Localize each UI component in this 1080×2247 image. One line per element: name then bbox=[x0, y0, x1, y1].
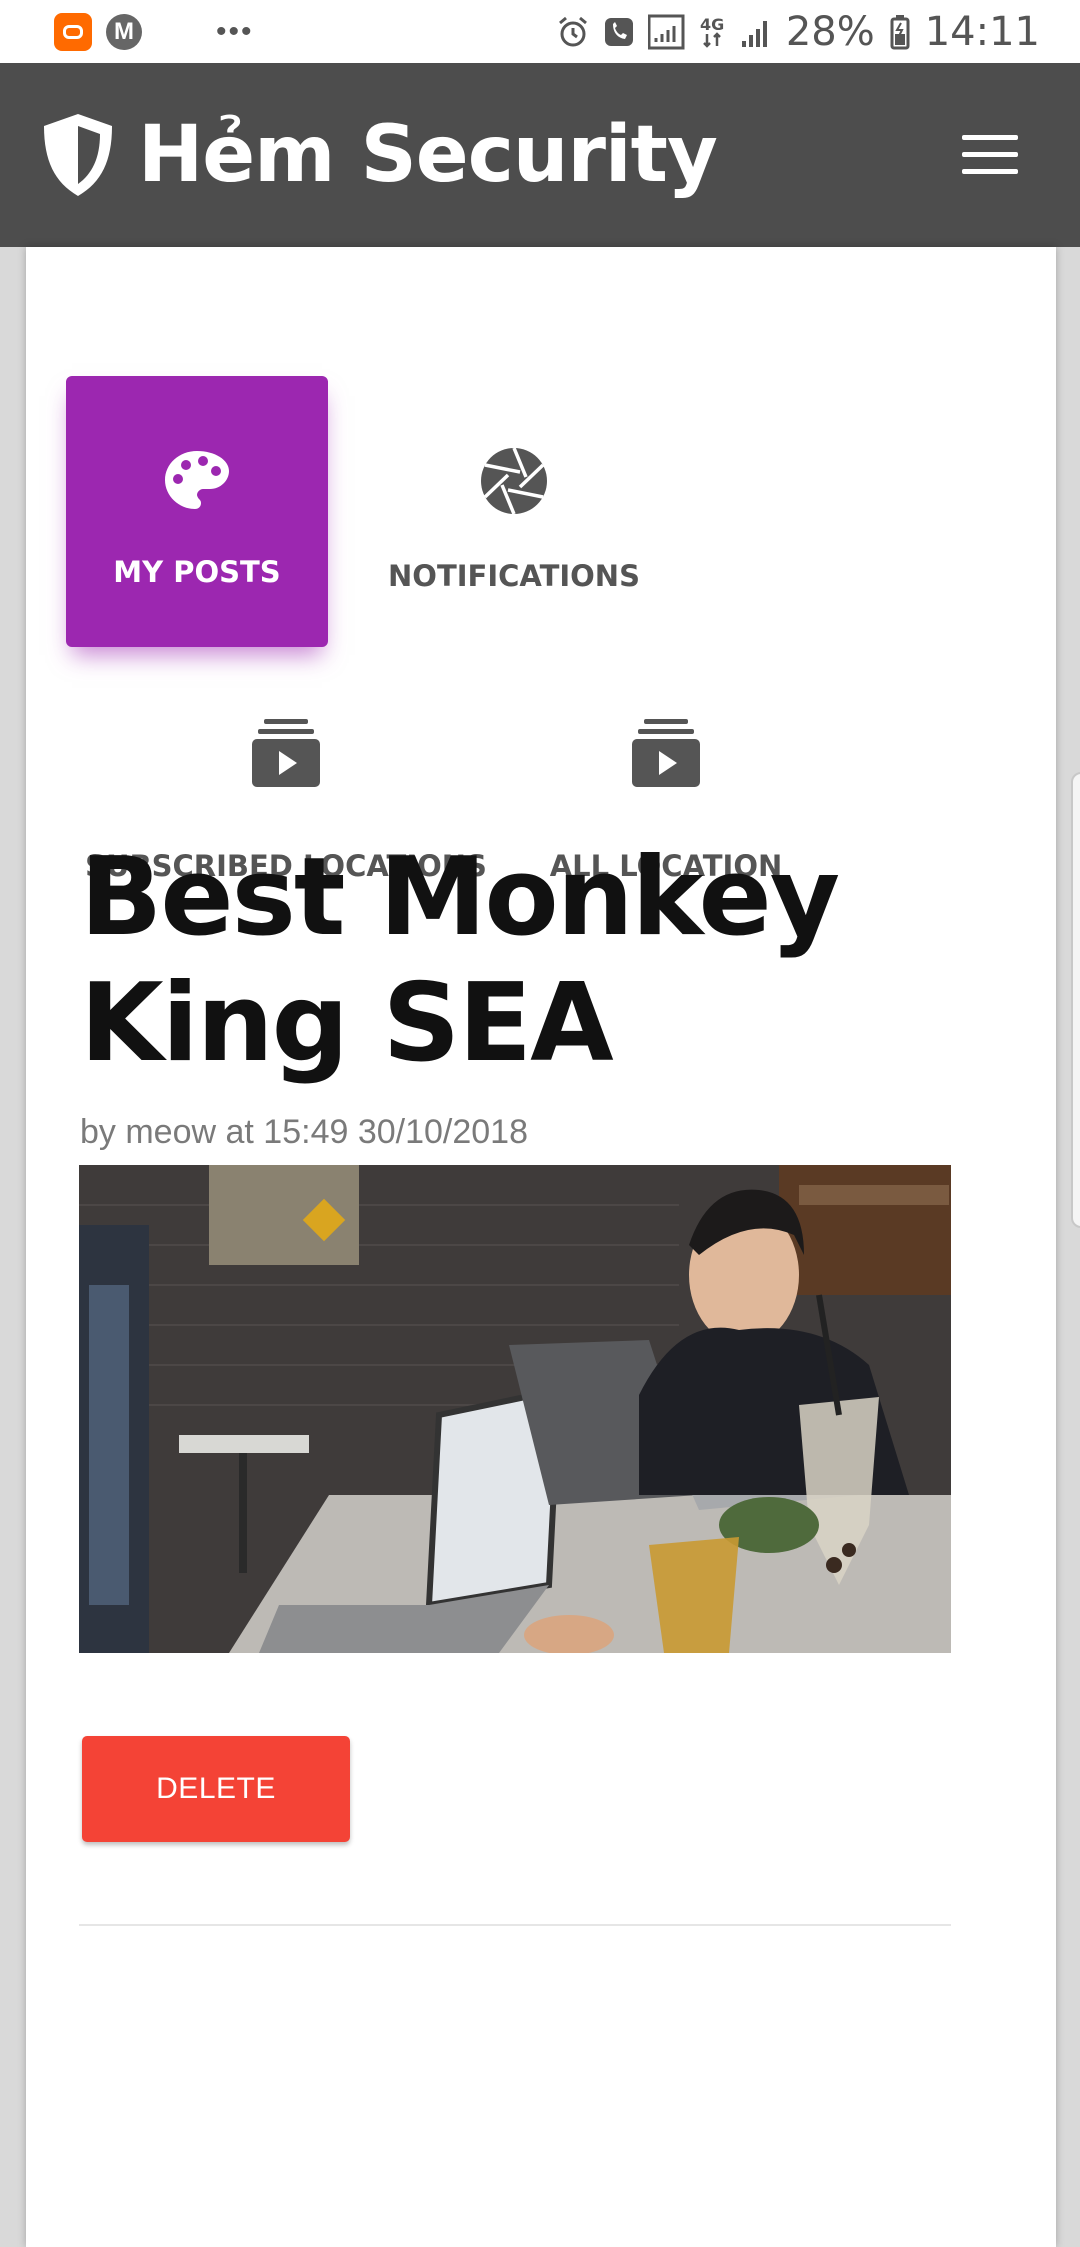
signal-icon bbox=[647, 14, 686, 50]
hamburger-menu-icon[interactable] bbox=[962, 135, 1018, 175]
app-header: Hẻm Security bbox=[0, 63, 1080, 247]
scroll-indicator[interactable] bbox=[1071, 772, 1080, 1228]
4g-icon: 4G bbox=[700, 14, 726, 50]
status-bar: M ••• 4G 28% 14:11 bbox=[0, 0, 1080, 63]
post-photo bbox=[79, 1165, 951, 1653]
battery-percentage: 28% bbox=[785, 8, 875, 55]
delete-button[interactable]: DELETE bbox=[82, 1736, 350, 1842]
more-dots-icon: ••• bbox=[216, 14, 254, 48]
mi-app-icon bbox=[54, 12, 92, 51]
post-meta: by meow at 15:49 30/10/2018 bbox=[80, 1113, 528, 1151]
post-title: Best Monkey King SEA bbox=[80, 835, 840, 1086]
clock-time: 14:11 bbox=[924, 8, 1040, 55]
video-collection-icon bbox=[252, 719, 320, 787]
alarm-icon bbox=[556, 15, 590, 49]
m-app-icon: M bbox=[106, 13, 142, 50]
tab-my-posts[interactable]: MY POSTS bbox=[66, 376, 328, 647]
tab-label-my-posts: MY POSTS bbox=[113, 555, 281, 589]
camera-shutter-icon bbox=[481, 447, 547, 515]
signal-icon-2 bbox=[740, 15, 772, 49]
video-collection-icon bbox=[632, 719, 700, 787]
tab-notifications[interactable]: NOTIFICATIONS bbox=[344, 447, 684, 593]
wifi-calling-icon bbox=[604, 15, 634, 49]
shield-icon bbox=[44, 114, 112, 196]
tab-label-notifications: NOTIFICATIONS bbox=[388, 559, 640, 593]
palette-icon bbox=[165, 451, 229, 509]
battery-icon bbox=[889, 14, 911, 50]
app-title[interactable]: Hẻm Security bbox=[138, 110, 718, 200]
svg-text:4G: 4G bbox=[700, 15, 724, 34]
divider bbox=[79, 1924, 951, 1926]
